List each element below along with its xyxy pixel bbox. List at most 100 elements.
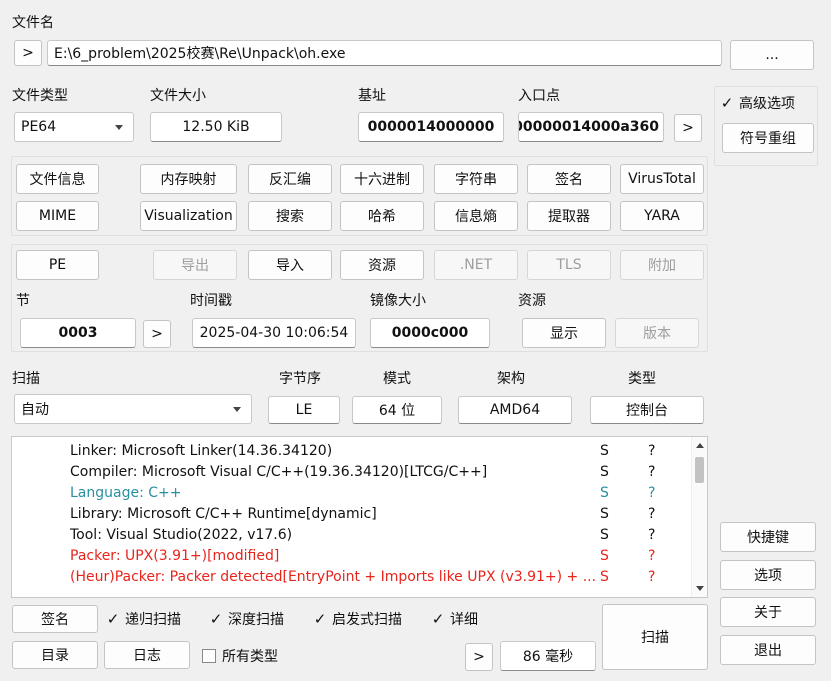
heuristic-scan-label: 启发式扫描 (332, 612, 402, 628)
check-icon: ✓ (720, 93, 734, 112)
scan-type-value: 自动 (21, 402, 49, 418)
result-text: Tool: Visual Studio(2022, v17.6) (70, 527, 293, 543)
scroll-thumb[interactable] (695, 457, 704, 483)
scroll-up-icon[interactable] (696, 443, 704, 448)
entropy-button[interactable]: 信息熵 (434, 201, 518, 231)
result-row[interactable]: Language: C++ S ? (12, 485, 689, 506)
scroll-down-icon[interactable] (696, 586, 704, 591)
overlay-button[interactable]: 附加 (620, 250, 704, 280)
advanced-checkbox[interactable]: ✓ 高级选项 (720, 93, 795, 113)
hex-button[interactable]: 十六进制 (340, 164, 424, 194)
result-status: S (600, 548, 609, 564)
entry-point-label: 入口点 (518, 88, 560, 104)
resources-label: 资源 (518, 293, 546, 309)
deep-scan-checkbox[interactable]: ✓ 深度扫描 (209, 609, 284, 629)
visualization-button[interactable]: Visualization (140, 201, 237, 231)
base-address-field: 0000014000000 (358, 112, 504, 142)
type-label: 类型 (628, 371, 656, 387)
result-row[interactable]: Packer: UPX(3.91+)[modified] S ? (12, 548, 689, 569)
tls-button[interactable]: TLS (527, 250, 611, 280)
yara-button[interactable]: YARA (620, 201, 704, 231)
result-row[interactable]: Linker: Microsoft Linker(14.36.34120) S … (12, 443, 689, 464)
check-icon: ✓ (106, 609, 120, 628)
options-button[interactable]: 选项 (720, 560, 816, 590)
scan-detail-arrow-button[interactable]: > (465, 643, 493, 671)
base-address-label: 基址 (358, 88, 386, 104)
all-types-checkbox[interactable]: 所有类型 (202, 646, 278, 666)
image-size-field: 0000c000 (370, 318, 490, 348)
result-info[interactable]: ? (648, 443, 655, 459)
disassembly-button[interactable]: 反汇编 (248, 164, 332, 194)
recursive-scan-label: 递归扫描 (125, 612, 181, 628)
result-row[interactable]: Tool: Visual Studio(2022, v17.6) S ? (12, 527, 689, 548)
signatures-button[interactable]: 签名 (527, 164, 611, 194)
mode-field: 64 位 (352, 396, 442, 424)
timestamp-label: 时间戳 (190, 293, 232, 309)
section-arrow-button[interactable]: > (143, 320, 171, 348)
results-scrollbar[interactable] (691, 437, 707, 597)
heuristic-scan-checkbox[interactable]: ✓ 启发式扫描 (313, 609, 402, 629)
scan-type-select[interactable]: 自动 (14, 394, 252, 424)
result-row[interactable]: Compiler: Microsoft Visual C/C++(19.36.3… (12, 464, 689, 485)
file-type-label: 文件类型 (12, 88, 68, 104)
dotnet-button[interactable]: .NET (434, 250, 518, 280)
checkbox-empty-icon (202, 649, 216, 663)
directory-button[interactable]: 目录 (12, 641, 98, 669)
file-browse-arrow-button[interactable]: > (14, 40, 42, 66)
scan-button[interactable]: 扫描 (602, 604, 708, 670)
resources-version-button[interactable]: 版本 (615, 318, 699, 348)
resource-button[interactable]: 资源 (340, 250, 424, 280)
result-info[interactable]: ? (648, 506, 655, 522)
mode-label: 模式 (383, 371, 411, 387)
recursive-scan-checkbox[interactable]: ✓ 递归扫描 (106, 609, 181, 629)
exit-button[interactable]: 退出 (720, 635, 816, 665)
chevron-down-icon (233, 407, 241, 412)
file-info-button[interactable]: 文件信息 (16, 164, 99, 194)
result-info[interactable]: ? (648, 464, 655, 480)
result-text: Library: Microsoft C/C++ Runtime[dynamic… (70, 506, 377, 522)
result-status: S (600, 443, 609, 459)
file-type-select[interactable]: PE64 (14, 112, 134, 142)
result-text: Linker: Microsoft Linker(14.36.34120) (70, 443, 333, 459)
file-size-field: 12.50 KiB (150, 112, 282, 142)
result-text: Language: C++ (70, 485, 182, 501)
import-button[interactable]: 导入 (248, 250, 332, 280)
about-button[interactable]: 关于 (720, 597, 816, 627)
search-button[interactable]: 搜索 (248, 201, 332, 231)
result-info[interactable]: ? (648, 569, 655, 585)
symbol-demangle-button[interactable]: 符号重组 (722, 123, 814, 153)
memory-map-button[interactable]: 内存映射 (140, 164, 237, 194)
signature-button[interactable]: 签名 (12, 605, 98, 633)
endianness-field: LE (268, 396, 340, 424)
check-icon: ✓ (313, 609, 327, 628)
virustotal-button[interactable]: VirusTotal (620, 164, 704, 194)
verbose-checkbox[interactable]: ✓ 详细 (431, 609, 478, 629)
result-info[interactable]: ? (648, 548, 655, 564)
file-path-input[interactable]: E:\6_problem\2025校赛\Re\Unpack\oh.exe (47, 40, 722, 66)
all-types-label: 所有类型 (222, 649, 278, 665)
hash-button[interactable]: 哈希 (340, 201, 424, 231)
scan-label: 扫描 (12, 371, 40, 387)
export-button[interactable]: 导出 (153, 250, 237, 280)
result-row[interactable]: (Heur)Packer: Packer detected[EntryPoint… (12, 569, 689, 590)
result-info[interactable]: ? (648, 485, 655, 501)
mime-button[interactable]: MIME (16, 201, 99, 231)
result-status: S (600, 527, 609, 543)
shortcuts-button[interactable]: 快捷键 (720, 522, 816, 552)
elapsed-time-field: 86 毫秒 (500, 641, 596, 671)
result-row[interactable]: Library: Microsoft C/C++ Runtime[dynamic… (12, 506, 689, 527)
chevron-down-icon (115, 125, 123, 130)
program-type-field: 控制台 (590, 396, 704, 424)
deep-scan-label: 深度扫描 (228, 612, 284, 628)
file-type-value: PE64 (21, 119, 57, 135)
result-info[interactable]: ? (648, 527, 655, 543)
pe-button[interactable]: PE (16, 250, 99, 280)
resources-show-button[interactable]: 显示 (522, 318, 606, 348)
verbose-label: 详细 (450, 612, 478, 628)
open-file-button[interactable]: ... (730, 40, 814, 70)
log-button[interactable]: 日志 (104, 641, 190, 669)
strings-button[interactable]: 字符串 (434, 164, 518, 194)
extractor-button[interactable]: 提取器 (527, 201, 611, 231)
scan-results-list[interactable]: Linker: Microsoft Linker(14.36.34120) S … (11, 436, 708, 598)
entry-point-arrow-button[interactable]: > (674, 114, 702, 142)
